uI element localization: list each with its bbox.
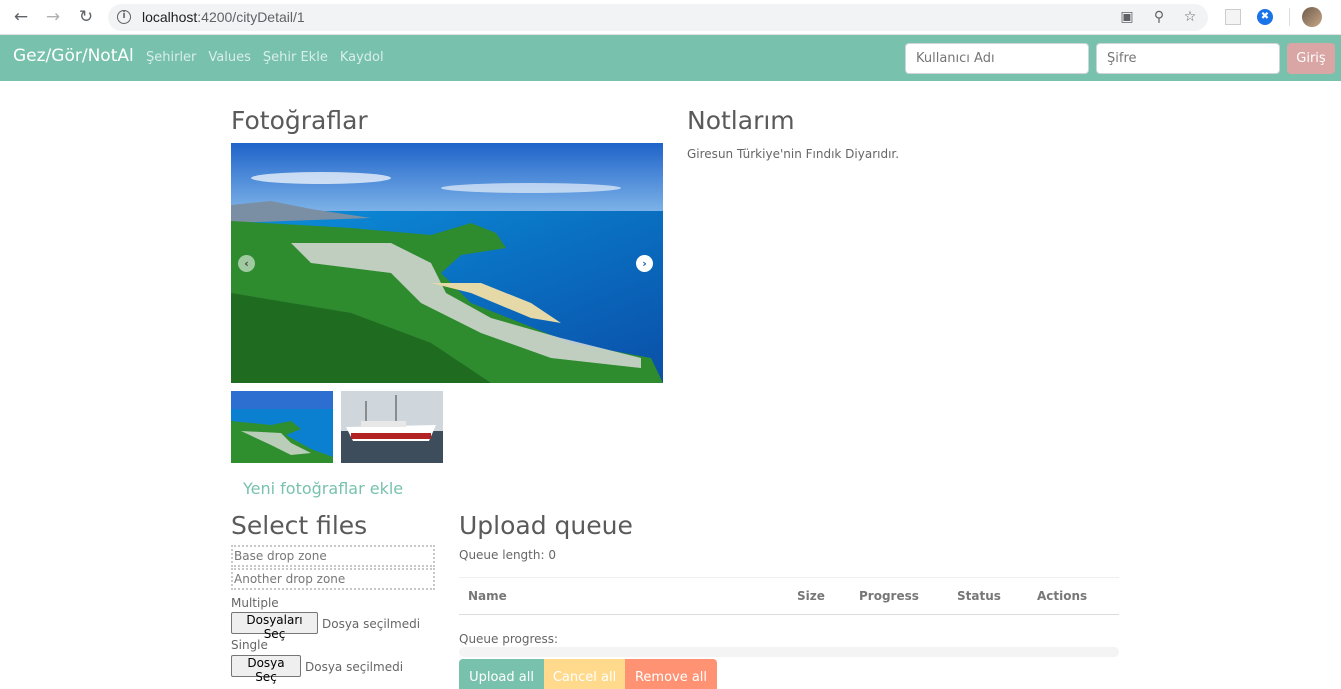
extension-icon[interactable] <box>1225 9 1241 25</box>
multiple-file-status: Dosya seçilmedi <box>322 617 421 631</box>
select-files-title: Select files <box>231 511 368 540</box>
carousel-image <box>231 143 663 383</box>
star-icon[interactable]: ☆ <box>1181 9 1199 25</box>
brand[interactable]: Gez/Gör/NotAl <box>13 46 134 66</box>
another-drop-zone[interactable]: Another drop zone <box>231 568 435 590</box>
back-icon[interactable]: ← <box>11 7 31 27</box>
address-bar[interactable]: i localhost:4200/cityDetail/1 ▣ ⚲ ☆ <box>108 4 1208 31</box>
upload-queue-title: Upload queue <box>459 511 633 540</box>
thumbnail-2-image <box>341 391 443 463</box>
url-host: localhost <box>142 9 198 25</box>
column-name: Name <box>468 589 507 603</box>
reload-icon[interactable]: ↻ <box>76 7 96 27</box>
thumbnail-1-image <box>231 391 333 463</box>
base-drop-zone[interactable]: Base drop zone <box>231 545 435 567</box>
column-status: Status <box>957 589 1001 603</box>
add-photos-link[interactable]: Yeni fotoğraflar ekle <box>243 479 403 498</box>
thumbnail-1[interactable] <box>231 391 333 463</box>
url-path: :4200/cityDetail/1 <box>197 9 305 25</box>
single-file-status: Dosya seçilmedi <box>305 660 404 674</box>
username-input[interactable] <box>905 43 1089 74</box>
app-navbar: Gez/Gör/NotAl Şehirler Values Şehir Ekle… <box>0 35 1341 81</box>
upload-all-button[interactable]: Upload all <box>459 659 544 689</box>
browser-toolbar: ← → ↻ i localhost:4200/cityDetail/1 ▣ ⚲ … <box>0 0 1341 35</box>
notes-title: Notlarım <box>687 106 795 135</box>
carousel-prev-icon[interactable]: ‹ <box>238 255 255 272</box>
photo-carousel[interactable]: ‹ › <box>231 143 663 383</box>
nav-link-add-city[interactable]: Şehir Ekle <box>263 50 328 65</box>
single-file-button[interactable]: Dosya Seç <box>231 655 301 684</box>
nav-link-register[interactable]: Kaydol <box>340 50 384 65</box>
thumbnail-2[interactable] <box>341 391 443 463</box>
nav-links: Şehirler Values Şehir Ekle Kaydol <box>146 50 384 65</box>
nav-link-cities[interactable]: Şehirler <box>146 50 196 65</box>
column-progress: Progress <box>859 589 919 603</box>
extension-blue-icon[interactable]: ✖ <box>1257 9 1273 25</box>
translate-icon[interactable]: ▣ <box>1118 9 1136 25</box>
info-icon[interactable]: i <box>117 10 131 24</box>
multiple-file-button[interactable]: Dosyaları Seç <box>231 612 318 641</box>
queue-table-header: Name Size Progress Status Actions <box>459 577 1119 615</box>
carousel-next-icon[interactable]: › <box>636 255 653 272</box>
avatar[interactable] <box>1302 7 1322 27</box>
queue-progress-label: Queue progress: <box>459 632 559 646</box>
note-text: Giresun Türkiye'nin Fındık Diyarıdır. <box>687 147 900 161</box>
column-actions: Actions <box>1037 589 1088 603</box>
queue-length: Queue length: 0 <box>459 548 556 562</box>
multiple-label: Multiple <box>231 596 279 610</box>
toolbar-divider <box>1289 8 1290 26</box>
single-label: Single <box>231 638 268 652</box>
cancel-all-button[interactable]: Cancel all <box>544 659 625 689</box>
column-size: Size <box>797 589 825 603</box>
remove-all-button[interactable]: Remove all <box>625 659 717 689</box>
queue-progress-bar <box>459 647 1119 657</box>
zoom-icon[interactable]: ⚲ <box>1150 9 1168 25</box>
url-text[interactable]: localhost:4200/cityDetail/1 <box>142 9 305 25</box>
login-button[interactable]: Giriş <box>1287 43 1335 74</box>
photos-title: Fotoğraflar <box>231 106 368 135</box>
nav-link-values[interactable]: Values <box>208 50 250 65</box>
forward-icon[interactable]: → <box>43 7 63 27</box>
password-input[interactable] <box>1096 43 1280 74</box>
